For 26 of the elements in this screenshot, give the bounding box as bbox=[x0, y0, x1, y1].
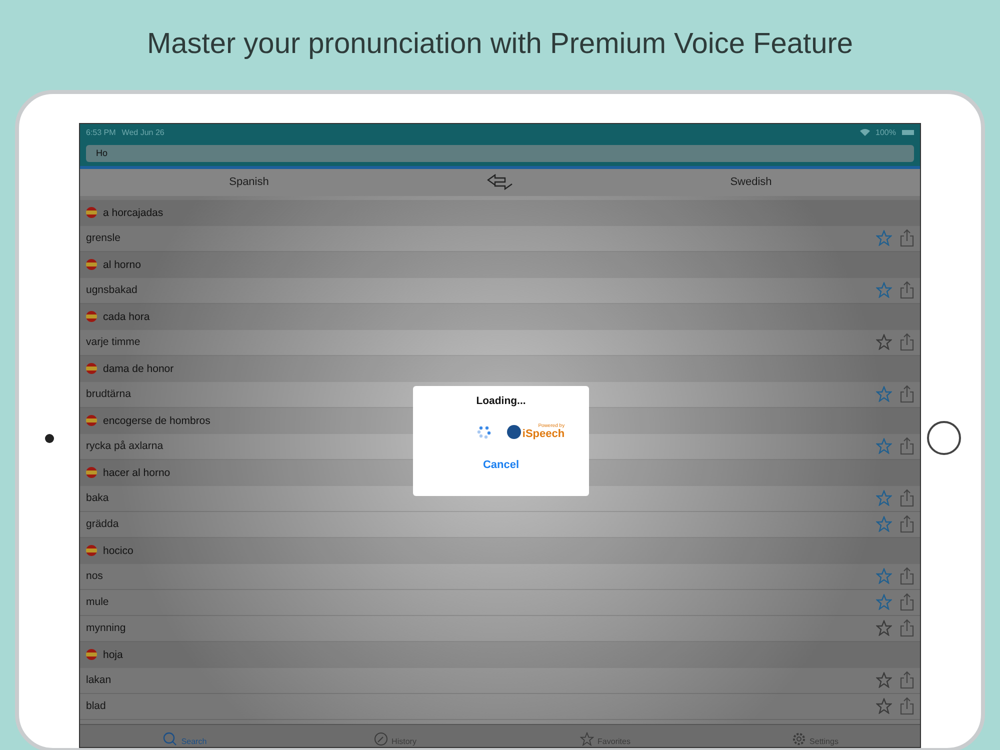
translation-text: baka bbox=[86, 492, 110, 504]
source-word: al horno bbox=[103, 258, 141, 270]
translation-text: rycka på axlarna bbox=[86, 440, 164, 452]
translation-text: blad bbox=[86, 700, 107, 712]
translation-text: grensle bbox=[86, 232, 122, 244]
status-date: Wed Jun 26 bbox=[122, 128, 164, 136]
translation-text: brudtärna bbox=[86, 388, 132, 400]
translation-text: grädda bbox=[86, 518, 120, 530]
translation-text: nos bbox=[86, 570, 104, 582]
headline: Master your pronunciation with Premium Voice Feature bbox=[147, 28, 853, 61]
source-word: hoja bbox=[103, 648, 123, 660]
dialog-title: Loading... bbox=[476, 395, 526, 407]
translation-text: ugnsbakad bbox=[86, 284, 138, 296]
source-word: hocico bbox=[103, 544, 134, 556]
logo-wordmark: iSpeech bbox=[522, 429, 565, 440]
translation-text: varje timme bbox=[86, 336, 142, 348]
translation-text: mynning bbox=[86, 622, 127, 634]
translation-text: lakan bbox=[86, 674, 112, 686]
translation-text: mule bbox=[86, 596, 110, 608]
source-word: encogerse de hombros bbox=[103, 414, 210, 426]
source-word: cada hora bbox=[103, 310, 150, 322]
battery-percent: 100% bbox=[876, 128, 896, 136]
status-time: 6:53 PM bbox=[86, 128, 116, 136]
source-word: hacer al horno bbox=[103, 466, 170, 478]
source-word: dama de honor bbox=[103, 362, 174, 374]
source-word: a horcajadas bbox=[103, 206, 164, 218]
